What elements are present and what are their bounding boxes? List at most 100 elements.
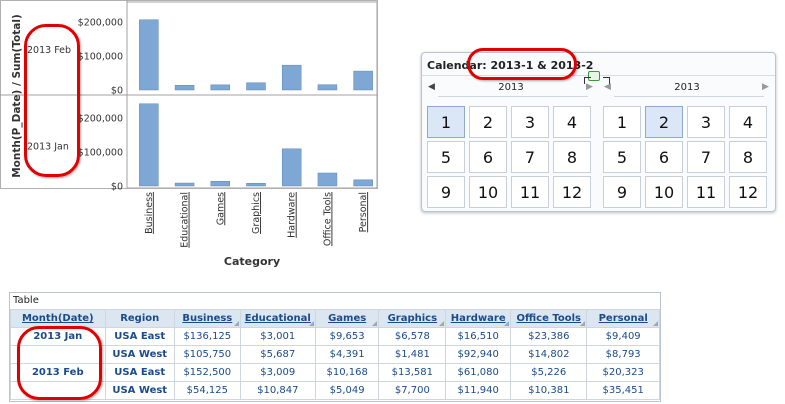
month-cell[interactable]: 1 bbox=[603, 106, 641, 138]
table-body: 2013 Jan USA East $136,125 $3,001 $9,653 $6,5… bbox=[10, 327, 660, 400]
table-cell: $136,125 bbox=[173, 327, 241, 346]
year-underline bbox=[614, 96, 764, 97]
calendar-year-left: 2013 bbox=[498, 82, 524, 93]
x-tick-label: Personal bbox=[358, 192, 369, 232]
month-cell[interactable]: 10 bbox=[469, 176, 507, 208]
month-cell[interactable]: 5 bbox=[603, 141, 641, 173]
calendar-year-nav-right: ◀ 2013 ▶ bbox=[602, 81, 772, 97]
highlight-oval-chart-labels bbox=[24, 24, 80, 177]
column-header-label: Month(Date) bbox=[21, 313, 94, 324]
chart-bar bbox=[210, 180, 231, 187]
chart-bar bbox=[174, 182, 195, 187]
highlight-oval-table-months bbox=[17, 326, 102, 400]
chart-bar bbox=[210, 84, 231, 91]
month-cell[interactable]: 6 bbox=[645, 141, 683, 173]
table-cell: $9,653 bbox=[314, 327, 380, 346]
sort-corner-icon bbox=[439, 321, 445, 326]
column-header[interactable]: Region bbox=[104, 309, 175, 328]
column-header[interactable]: Personal bbox=[586, 309, 660, 328]
chart-bar bbox=[281, 148, 302, 187]
column-header[interactable]: Business bbox=[173, 309, 241, 328]
month-cell[interactable]: 12 bbox=[729, 176, 767, 208]
month-cell[interactable]: 11 bbox=[511, 176, 549, 208]
month-cell[interactable]: 8 bbox=[729, 141, 767, 173]
column-header[interactable]: Graphics bbox=[378, 309, 447, 328]
month-cell[interactable]: 4 bbox=[729, 106, 767, 138]
column-header-label: Games bbox=[328, 313, 367, 324]
x-tick-label: Hardware bbox=[287, 192, 298, 238]
table-cell: $16,510 bbox=[445, 327, 512, 346]
table-cell: $6,578 bbox=[378, 327, 447, 346]
table-cell: $35,451 bbox=[586, 381, 660, 400]
month-cell[interactable]: 4 bbox=[553, 106, 591, 138]
calendar-year-right: 2013 bbox=[674, 82, 700, 93]
month-cell[interactable]: 8 bbox=[553, 141, 591, 173]
table-cell: $13,581 bbox=[378, 363, 447, 382]
column-header[interactable]: Hardware bbox=[445, 309, 512, 328]
x-tick-label: Office Tools bbox=[322, 192, 333, 246]
y-tick-label: $0 bbox=[111, 86, 123, 97]
month-cell[interactable]: 5 bbox=[427, 141, 465, 173]
sort-corner-icon bbox=[653, 321, 658, 326]
month-cell[interactable]: 9 bbox=[603, 176, 641, 208]
month-cell[interactable]: 6 bbox=[469, 141, 507, 173]
table-cell: $5,226 bbox=[510, 363, 588, 382]
table-cell: $61,080 bbox=[445, 363, 512, 382]
row-region-cell: USA West bbox=[104, 381, 175, 400]
column-header-label: Region bbox=[120, 313, 160, 324]
month-cell[interactable]: 1 bbox=[427, 106, 465, 138]
table-title-bar: Table bbox=[10, 293, 660, 309]
month-cell[interactable]: 12 bbox=[553, 176, 591, 208]
column-header-label: Graphics bbox=[387, 313, 438, 324]
table-cell: $14,802 bbox=[510, 345, 588, 364]
calendar-year-nav-left: ◀ 2013 ▶ bbox=[426, 81, 596, 97]
month-cell[interactable]: 9 bbox=[427, 176, 465, 208]
column-header-label: Hardware bbox=[450, 313, 506, 324]
column-header-label: Personal bbox=[598, 313, 648, 324]
y-tick-label: $0 bbox=[111, 182, 123, 193]
table-cell: $105,750 bbox=[173, 345, 241, 364]
month-grid-right: 1 2 3 4 5 6 7 8 9 10 11 12 bbox=[603, 106, 773, 208]
table-cell: $3,001 bbox=[239, 327, 316, 346]
column-header[interactable]: Month(Date) bbox=[10, 309, 106, 328]
month-grid-left: 1 2 3 4 5 6 7 8 9 10 11 12 bbox=[427, 106, 597, 208]
month-cell[interactable]: 2 bbox=[469, 106, 507, 138]
row-region-cell: USA West bbox=[104, 345, 175, 364]
month-cell[interactable]: 7 bbox=[687, 141, 725, 173]
table-cell: $5,687 bbox=[239, 345, 316, 364]
sort-corner-icon bbox=[308, 321, 314, 326]
y-tick-label: $100,000 bbox=[78, 52, 123, 63]
column-header[interactable]: Office Tools bbox=[510, 309, 588, 328]
table-cell: $7,700 bbox=[378, 381, 447, 400]
month-cell[interactable]: 11 bbox=[687, 176, 725, 208]
month-cell[interactable]: 3 bbox=[511, 106, 549, 138]
y-tick-label: $200,000 bbox=[78, 18, 123, 29]
x-tick-label: Graphics bbox=[251, 192, 262, 234]
table-cell: $23,386 bbox=[510, 327, 588, 346]
row-region-cell: USA East bbox=[104, 327, 175, 346]
column-header[interactable]: Games bbox=[314, 309, 380, 328]
month-cell[interactable]: 3 bbox=[687, 106, 725, 138]
table-header-row: Month(Date) Region Business Educational Game… bbox=[10, 309, 660, 328]
table-cell: $5,049 bbox=[314, 381, 380, 400]
column-header-label: Office Tools bbox=[516, 313, 581, 324]
table-cell: $20,323 bbox=[586, 363, 660, 382]
table-row: USA West $54,125 $10,847 $5,049 $7,700 $11,94… bbox=[10, 381, 660, 400]
column-header[interactable]: Educational bbox=[239, 309, 316, 328]
table-cell: $4,391 bbox=[314, 345, 380, 364]
year-underline bbox=[438, 96, 588, 97]
month-cell[interactable]: 7 bbox=[511, 141, 549, 173]
next-year-arrow-icon[interactable]: ▶ bbox=[586, 82, 593, 92]
y-axis-title: Month(P_Date) / Sum(Total) bbox=[11, 14, 23, 178]
y-tick-label: $100,000 bbox=[78, 148, 123, 159]
sort-corner-icon bbox=[233, 321, 239, 326]
chart-bar bbox=[174, 85, 195, 91]
next-year-arrow-icon[interactable]: ▶ bbox=[762, 82, 769, 92]
chart-bar bbox=[246, 82, 266, 91]
data-table-panel: Table Month(Date) Region Business Education… bbox=[9, 292, 661, 402]
month-cell[interactable]: 10 bbox=[645, 176, 683, 208]
column-header-label: Educational bbox=[244, 313, 311, 324]
table-cell: $8,793 bbox=[586, 345, 660, 364]
table-cell: $10,381 bbox=[510, 381, 588, 400]
month-cell[interactable]: 2 bbox=[645, 106, 683, 138]
